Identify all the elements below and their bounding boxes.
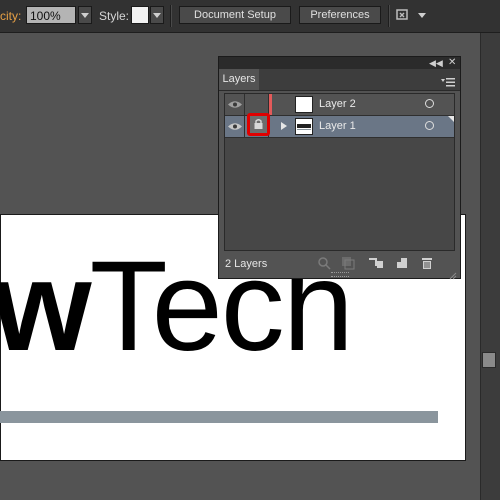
panel-titlebar[interactable]: ◀◀ ✕ [219,57,460,69]
resize-corner-icon[interactable] [449,267,457,280]
collapse-panel-icon[interactable]: ◀◀ [429,57,443,69]
artwork-text-bold: w [0,235,92,378]
layer-name[interactable]: Layer 1 [319,120,356,132]
panel-footer: 2 Layers [219,253,460,280]
opacity-dropdown-button[interactable] [78,6,92,24]
layer-count-label: 2 Layers [225,258,268,270]
create-sublayer-icon[interactable] [368,256,384,270]
eye-icon [228,101,242,108]
panel-resize-grip[interactable] [331,272,349,277]
layers-panel: ◀◀ ✕ Layers Layer 2 Layer 1 2 Layers [218,56,461,280]
visibility-toggle[interactable] [225,116,245,137]
lock-icon [254,119,263,129]
lock-highlight-box [247,113,270,136]
vertical-scrollbar[interactable] [480,33,500,500]
chevron-down-icon [153,13,161,18]
chevron-down-icon[interactable] [418,13,426,18]
locate-object-icon[interactable] [317,256,331,270]
layer-thumbnail [295,118,313,135]
create-new-layer-icon[interactable] [395,256,409,270]
lock-toggle[interactable] [245,94,269,115]
document-setup-button[interactable]: Document Setup [179,6,291,24]
style-swatch[interactable] [131,6,149,24]
layer-color-indicator [269,94,272,115]
layers-list: Layer 2 Layer 1 [224,93,455,251]
control-bar: city: 100% Style: Document Setup Prefere… [0,0,500,33]
panel-tab-bar: Layers [219,69,460,91]
toolbar-divider [388,5,390,27]
delete-layer-icon[interactable] [420,256,434,270]
tab-layers[interactable]: Layers [219,69,259,90]
layer-row-layer-1[interactable]: Layer 1 [225,113,454,138]
layer-thumbnail [295,96,313,113]
selection-indicator-icon [448,116,454,122]
make-clipping-mask-icon[interactable] [341,256,355,270]
eye-icon [228,123,242,130]
style-dropdown-button[interactable] [150,6,164,24]
panel-menu-icon[interactable] [441,74,455,87]
opacity-input[interactable]: 100% [26,6,76,24]
target-circle-icon[interactable] [425,121,434,130]
toolbar-divider [170,5,172,27]
scrollbar-thumb[interactable] [482,352,496,368]
visibility-toggle[interactable] [225,94,245,115]
target-circle-icon[interactable] [425,99,434,108]
expand-arrow-icon[interactable] [281,122,287,130]
preferences-button[interactable]: Preferences [299,6,381,24]
chevron-down-icon [81,13,89,18]
close-icon[interactable]: ✕ [448,57,458,69]
opacity-label: city: [0,9,22,23]
arrange-documents-icon[interactable] [395,7,411,23]
layer-name[interactable]: Layer 2 [319,98,356,110]
artwork-underline-bar[interactable] [0,411,438,423]
style-label: Style: [99,9,130,23]
